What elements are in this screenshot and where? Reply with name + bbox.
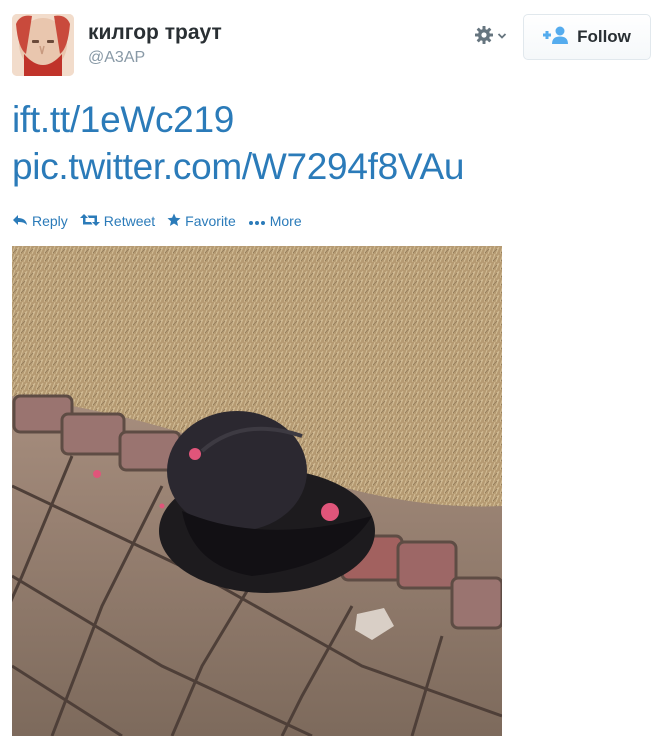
reply-label: Reply — [32, 213, 68, 229]
tweet-text: ift.tt/1eWc219 pic.twitter.com/W7294f8VA… — [12, 96, 652, 190]
more-label: More — [269, 213, 302, 229]
favorite-label: Favorite — [185, 213, 236, 229]
user-actions-dropdown[interactable] — [474, 24, 510, 50]
user-full-name[interactable]: килгор траут — [88, 20, 222, 46]
reply-arrow-icon — [12, 213, 28, 229]
gear-icon — [474, 25, 494, 50]
chevron-down-icon — [497, 28, 507, 46]
more-action[interactable]: More — [248, 213, 302, 229]
retweet-label: Retweet — [103, 213, 156, 229]
user-names: килгор траут @A3AP — [88, 20, 222, 68]
tweet-photo[interactable] — [12, 246, 502, 736]
follow-button[interactable]: Follow — [523, 14, 651, 60]
follow-label: Follow — [577, 27, 631, 46]
user-screen-name[interactable]: @A3AP — [88, 48, 222, 68]
retweet-icon — [79, 213, 100, 229]
star-icon — [167, 213, 181, 230]
ellipsis-icon — [248, 213, 266, 229]
tweet-link-pic[interactable]: pic.twitter.com/W7294f8VAu — [12, 143, 652, 190]
tweet-actions: Reply Retweet Favorite More — [12, 211, 302, 231]
add-user-icon — [543, 26, 569, 49]
retweet-action[interactable]: Retweet — [79, 213, 156, 229]
tweet-header: килгор траут @A3AP Follow — [12, 14, 652, 80]
tweet-link-ifttt[interactable]: ift.tt/1eWc219 — [12, 96, 652, 143]
avatar[interactable] — [12, 14, 74, 76]
favorite-action[interactable]: Favorite — [167, 213, 236, 230]
reply-action[interactable]: Reply — [12, 213, 68, 229]
